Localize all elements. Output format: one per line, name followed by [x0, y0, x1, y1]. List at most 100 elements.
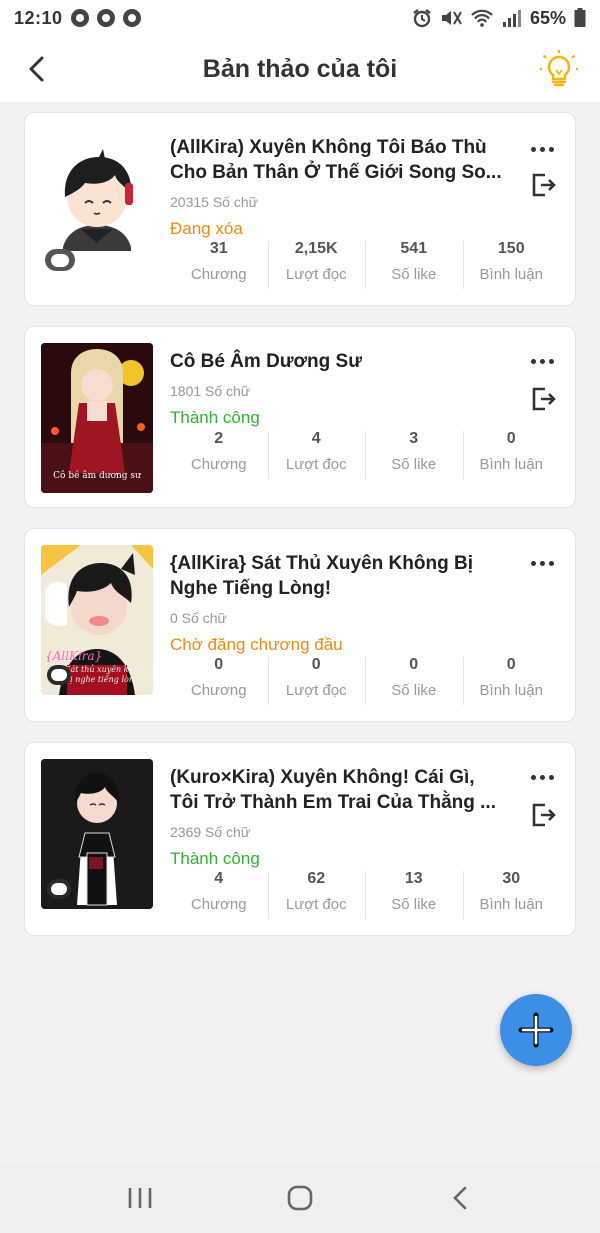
draft-card[interactable]: Cô bé âm dương sư Cô Bé Âm Dương Sư 1801…	[24, 326, 576, 508]
chevron-left-icon	[29, 56, 44, 82]
stat-chapters: 2 Chương	[170, 427, 268, 483]
publish-icon[interactable]	[529, 385, 557, 413]
story-stats: 4 Chương 62 Lượt đọc 13 Số like 30 Bình …	[170, 867, 560, 923]
stat-value: 31	[209, 240, 228, 257]
stat-value: 62	[307, 870, 326, 887]
stat-value: 541	[400, 240, 428, 257]
cover-caption: Cô bé âm dương sư	[53, 471, 141, 481]
recents-button[interactable]	[110, 1173, 170, 1223]
draft-card[interactable]: (Kuro×Kira) Xuyên Không! Cái Gì, Tôi Trở…	[24, 742, 576, 936]
tips-button[interactable]	[538, 48, 580, 90]
story-title[interactable]: (AllKira) Xuyên Không Tôi Báo Thù Cho Bả…	[170, 135, 510, 185]
word-count: 2369 Số chữ	[170, 824, 251, 840]
story-title[interactable]: (Kuro×Kira) Xuyên Không! Cái Gì, Tôi Trở…	[170, 765, 510, 815]
stat-label: Số like	[391, 896, 437, 913]
stat-value: 2	[214, 430, 224, 447]
cover-subtitle: Sát thủ xuyên không bị nghe tiếng lòng	[65, 665, 149, 684]
stat-label: Số like	[391, 266, 437, 283]
app-header: Bản thảo của tôi	[0, 36, 600, 102]
publish-icon[interactable]	[529, 171, 557, 199]
comment-bubble-icon	[45, 249, 75, 271]
publish-icon[interactable]	[529, 801, 557, 829]
stat-label: Lượt đọc	[285, 896, 347, 913]
story-stats: 2 Chương 4 Lượt đọc 3 Số like 0 Bình luậ…	[170, 427, 560, 483]
draft-card[interactable]: {AllKira} Sát thủ xuyên không bị nghe ti…	[24, 528, 576, 722]
alarm-icon	[412, 8, 432, 28]
status-label: Chờ đăng chương đầu	[170, 635, 343, 654]
story-cover[interactable]: {AllKira} Sát thủ xuyên không bị nghe ti…	[41, 545, 153, 695]
stat-value: 4	[311, 430, 321, 447]
stat-label: Bình luận	[479, 896, 543, 913]
word-count: 20315 Số chữ	[170, 194, 258, 210]
stat-comments: 0 Bình luận	[462, 427, 561, 483]
mute-icon	[440, 8, 462, 28]
draft-card[interactable]: (AllKira) Xuyên Không Tôi Báo Thù Cho Bả…	[24, 112, 576, 306]
stat-label: Bình luận	[479, 456, 543, 473]
signal-icon	[502, 8, 522, 28]
status-label: Thành công	[170, 849, 260, 868]
story-cover[interactable]	[41, 759, 153, 909]
stat-value: 0	[311, 656, 321, 673]
add-draft-button[interactable]	[500, 994, 572, 1066]
stat-likes: 3 Số like	[365, 427, 463, 483]
stat-value: 2,15K	[294, 240, 338, 257]
home-icon	[287, 1185, 313, 1211]
stat-reads: 2,15K Lượt đọc	[267, 237, 366, 293]
battery-percentage: 65%	[529, 7, 566, 28]
story-title[interactable]: {AllKira} Sát Thủ Xuyên Không Bị Nghe Ti…	[170, 551, 510, 601]
sync-notification-icon-2	[122, 9, 141, 27]
stat-comments: 0 Bình luận	[462, 653, 561, 709]
stat-value: 0	[506, 656, 516, 673]
stat-value: 0	[214, 656, 224, 673]
story-cover[interactable]	[41, 135, 153, 285]
recents-icon	[128, 1188, 152, 1208]
system-navigation-bar	[0, 1163, 600, 1233]
stat-value: 0	[506, 430, 516, 447]
stat-value: 30	[502, 870, 521, 887]
stat-chapters: 31 Chương	[170, 237, 268, 293]
more-options-button[interactable]	[525, 765, 559, 789]
stat-likes: 541 Số like	[365, 237, 463, 293]
stat-chapters: 0 Chương	[170, 653, 268, 709]
system-back-button[interactable]	[430, 1173, 490, 1223]
plus-icon	[518, 1012, 554, 1048]
page-title: Bản thảo của tôi	[202, 54, 398, 83]
status-label: Đang xóa	[170, 219, 243, 238]
word-count: 0 Số chữ	[170, 610, 227, 626]
stat-label: Số like	[391, 682, 437, 699]
lightbulb-icon	[540, 50, 578, 87]
stat-value: 0	[409, 656, 419, 673]
stat-likes: 0 Số like	[365, 653, 463, 709]
more-options-button[interactable]	[525, 551, 559, 575]
comment-bubble-icon	[47, 879, 71, 899]
story-stats: 0 Chương 0 Lượt đọc 0 Số like 0 Bình luậ…	[170, 653, 560, 709]
more-options-button[interactable]	[525, 137, 559, 161]
stat-label: Bình luận	[479, 682, 543, 699]
status-bar: 12:10 65%	[0, 0, 600, 36]
stat-comments: 150 Bình luận	[462, 237, 561, 293]
stat-label: Chương	[190, 266, 247, 283]
stat-label: Chương	[190, 896, 247, 913]
stat-reads: 62 Lượt đọc	[267, 867, 366, 923]
stat-chapters: 4 Chương	[170, 867, 268, 923]
status-time: 12:10	[14, 7, 63, 28]
stat-label: Lượt đọc	[285, 266, 347, 283]
stat-label: Lượt đọc	[285, 682, 347, 699]
stat-value: 3	[409, 430, 419, 447]
story-title[interactable]: Cô Bé Âm Dương Sư	[170, 349, 510, 375]
story-stats: 31 Chương 2,15K Lượt đọc 541 Số like 150…	[170, 237, 560, 293]
home-button[interactable]	[270, 1173, 330, 1223]
word-count: 1801 Số chữ	[170, 383, 251, 399]
more-options-button[interactable]	[525, 349, 559, 373]
messenger-notification-icon	[96, 9, 115, 27]
back-button[interactable]	[16, 49, 56, 89]
stat-reads: 4 Lượt đọc	[267, 427, 366, 483]
sync-notification-icon	[70, 9, 89, 27]
story-cover[interactable]: Cô bé âm dương sư	[41, 343, 153, 493]
stat-value: 150	[497, 240, 525, 257]
back-icon	[453, 1186, 467, 1210]
stat-label: Chương	[190, 682, 247, 699]
cover-tag: {AllKira}	[45, 649, 103, 663]
stat-label: Chương	[190, 456, 247, 473]
comment-bubble-icon	[47, 665, 71, 685]
